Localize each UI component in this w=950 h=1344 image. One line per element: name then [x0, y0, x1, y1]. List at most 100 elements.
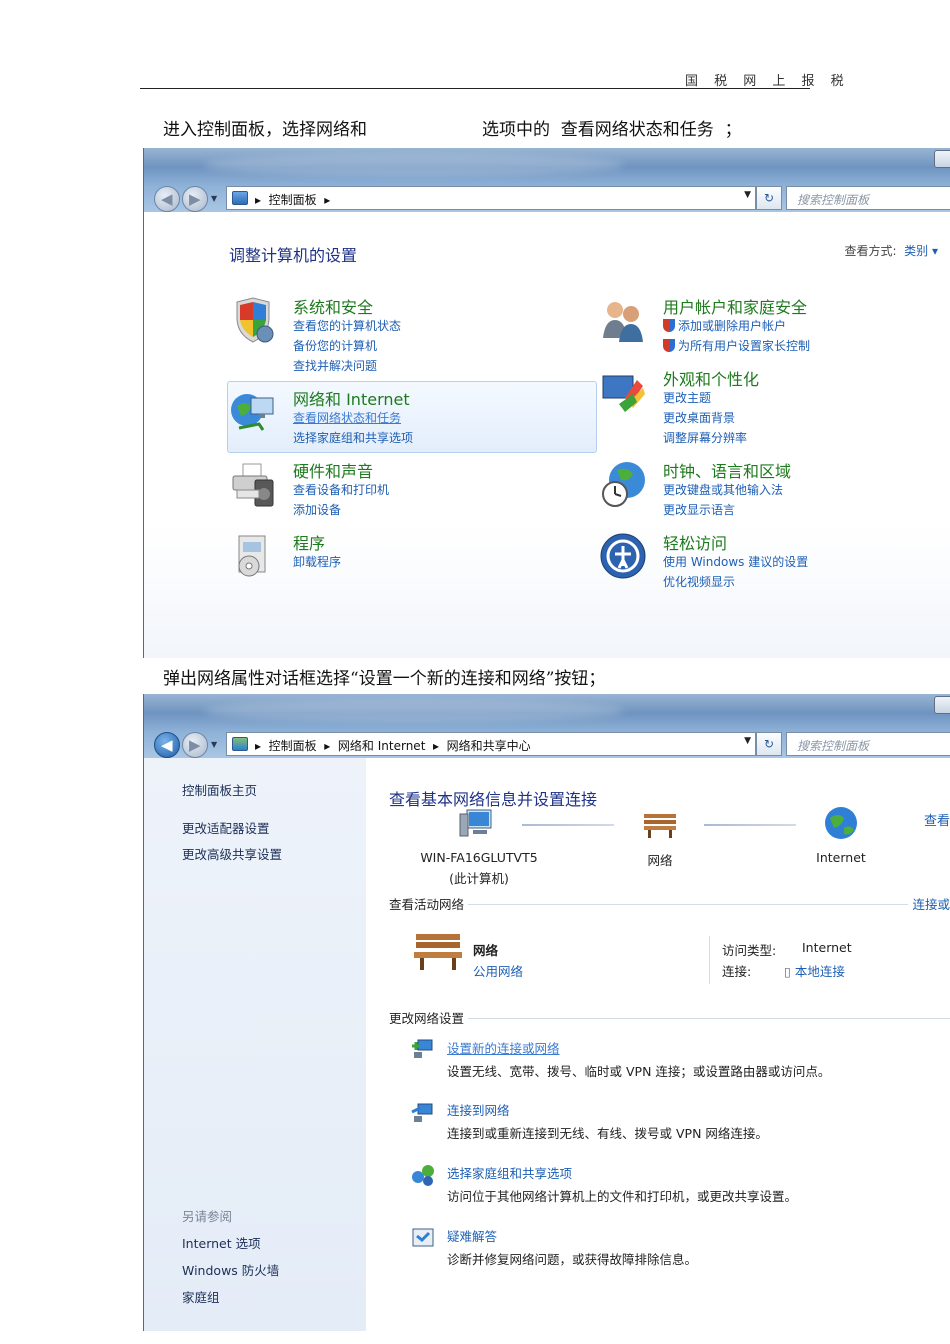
network-type-link[interactable]: 公用网络: [473, 961, 523, 980]
breadcrumb[interactable]: ▸ 控制面板 ▸ 网络和 Internet ▸ 网络和共享中心: [255, 737, 531, 754]
minimize-button[interactable]: [934, 150, 950, 168]
users-icon: [603, 302, 643, 342]
category-link[interactable]: 更改键盘或其他输入法: [663, 481, 783, 498]
instruction-1a: 进入控制面板，选择网络和: [163, 120, 367, 140]
back-button[interactable]: ◀: [154, 186, 180, 212]
address-dropdown-icon[interactable]: ▼: [744, 190, 751, 200]
recent-pages-dropdown[interactable]: ▼: [211, 194, 217, 203]
category-link[interactable]: 更改桌面背景: [663, 409, 735, 426]
category-link[interactable]: 备份您的计算机: [293, 337, 377, 354]
category-link[interactable]: 选择家庭组和共享选项: [293, 429, 413, 446]
network-center-icon: [232, 737, 248, 751]
category-hardware-sound[interactable]: 硬件和声音 查看设备和打印机 添加设备: [229, 458, 529, 520]
see-also-label: 另请参阅: [182, 1209, 233, 1224]
computer-name: WIN-FA16GLUTVT5: [420, 850, 538, 865]
category-title[interactable]: 时钟、语言和区域: [663, 458, 791, 482]
view-by-label: 查看方式:: [844, 244, 897, 258]
troubleshoot-icon: [412, 1228, 434, 1247]
sidebar-item-firewall[interactable]: Windows 防火墙: [182, 1260, 279, 1279]
refresh-button[interactable]: ↻: [756, 186, 782, 210]
category-system-security[interactable]: 系统和安全 查看您的计算机状态 备份您的计算机 查找并解决问题: [229, 294, 529, 374]
programs-icon: [238, 535, 266, 577]
ease-of-access-icon: [600, 533, 646, 579]
category-clock-region[interactable]: 时钟、语言和区域 更改键盘或其他输入法 更改显示语言: [599, 458, 899, 520]
section-rule: [389, 1018, 950, 1019]
view-network-status-link[interactable]: 查看网络状态和任务: [293, 409, 401, 426]
category-link[interactable]: 优化视频显示: [663, 573, 735, 590]
sidebar-item-home[interactable]: 控制面板主页: [182, 780, 257, 799]
uac-shield-icon: [663, 319, 675, 332]
access-type-value: Internet: [802, 940, 852, 955]
category-link[interactable]: 查看您的计算机状态: [293, 317, 401, 334]
instruction-2: 弹出网络属性对话框选择“设置一个新的连接和网络”按钮；: [163, 669, 606, 689]
category-link[interactable]: 查看设备和打印机: [293, 481, 389, 498]
category-link[interactable]: 查找并解决问题: [293, 357, 377, 374]
view-by-dropdown[interactable]: 类别 ▾: [904, 244, 938, 258]
connection-label: 连接:: [722, 964, 752, 979]
category-title[interactable]: 硬件和声音: [293, 458, 373, 482]
search-input[interactable]: 搜索控制面板: [786, 186, 950, 210]
printer-icon: [232, 463, 274, 507]
category-link[interactable]: 添加或删除用户帐户: [663, 317, 786, 334]
forward-button[interactable]: ▶: [182, 732, 208, 758]
category-link[interactable]: 更改显示语言: [663, 501, 735, 518]
category-ease-of-access[interactable]: 轻松访问 使用 Windows 建议的设置 优化视频显示: [599, 530, 899, 592]
local-connection-link[interactable]: ▯ 本地连接: [784, 961, 845, 980]
category-programs[interactable]: 程序 卸载程序: [229, 530, 529, 580]
uac-shield-icon: [663, 339, 675, 352]
divider: [709, 936, 710, 984]
active-networks-header: 查看活动网络: [389, 894, 469, 913]
header-rule: [140, 88, 810, 89]
sidebar-item-adapter[interactable]: 更改适配器设置: [182, 818, 270, 837]
category-link[interactable]: 使用 Windows 建议的设置: [663, 553, 808, 570]
troubleshoot-link[interactable]: 疑难解答: [447, 1226, 497, 1245]
address-bar[interactable]: ▸ 控制面板 ▸ ▼: [226, 186, 756, 210]
connect-network-icon: [411, 1103, 433, 1122]
minimize-button[interactable]: [934, 696, 950, 714]
category-title[interactable]: 用户帐户和家庭安全: [663, 294, 807, 318]
connection-line: [522, 824, 614, 826]
local-connection-label: 本地连接: [794, 964, 845, 979]
computer-icon: [459, 809, 492, 837]
category-title[interactable]: 轻松访问: [663, 530, 727, 554]
category-network-internet[interactable]: 网络和 Internet 查看网络状态和任务 选择家庭组和共享选项: [229, 386, 529, 448]
search-input[interactable]: 搜索控制面板: [786, 732, 950, 756]
view-full-map-link[interactable]: 查看: [924, 810, 950, 829]
forward-button[interactable]: ▶: [182, 186, 208, 212]
category-title[interactable]: 网络和 Internet: [293, 386, 410, 410]
connect-to-network-link[interactable]: 连接到网络: [447, 1100, 510, 1119]
category-link[interactable]: 为所有用户设置家长控制: [663, 337, 810, 354]
category-link[interactable]: 添加设备: [293, 501, 341, 518]
category-link-label: 添加或删除用户帐户: [678, 319, 787, 333]
window-chrome: ◀ ▶ ▼ ▸ 控制面板 ▸ 网络和 Internet ▸ 网络和共享中心 ▼ …: [144, 694, 950, 758]
category-appearance[interactable]: 外观和个性化 更改主题 更改桌面背景 调整屏幕分辨率: [599, 366, 899, 446]
refresh-button[interactable]: ↻: [756, 732, 782, 756]
category-title[interactable]: 外观和个性化: [663, 366, 759, 390]
recent-pages-dropdown[interactable]: ▼: [211, 740, 217, 749]
section-rule: [389, 904, 950, 905]
homegroup-icon: [412, 1165, 434, 1186]
address-dropdown-icon[interactable]: ▼: [744, 736, 751, 746]
category-link[interactable]: 更改主题: [663, 389, 711, 406]
internet-globe-icon: [825, 807, 857, 839]
category-user-accounts[interactable]: 用户帐户和家庭安全 添加或删除用户帐户 为所有用户设置家长控制: [599, 294, 899, 356]
address-bar[interactable]: ▸ 控制面板 ▸ 网络和 Internet ▸ 网络和共享中心 ▼: [226, 732, 756, 756]
sidebar-item-internet-options[interactable]: Internet 选项: [182, 1233, 261, 1252]
category-title[interactable]: 程序: [293, 530, 325, 554]
ethernet-icon: ▯: [784, 964, 795, 979]
bench-icon: [644, 814, 676, 838]
back-button[interactable]: ◀: [154, 732, 180, 758]
sidebar-item-sharing[interactable]: 更改高级共享设置: [182, 844, 282, 863]
page-title: 查看基本网络信息并设置连接: [389, 790, 598, 809]
category-link[interactable]: 调整屏幕分辨率: [663, 429, 747, 446]
homegroup-sharing-link[interactable]: 选择家庭组和共享选项: [447, 1163, 572, 1182]
connect-disconnect-link[interactable]: 连接或: [908, 894, 950, 913]
breadcrumb[interactable]: ▸ 控制面板 ▸: [255, 191, 330, 208]
window-chrome: ◀ ▶ ▼ ▸ 控制面板 ▸ ▼ ↻ 搜索控制面板: [144, 148, 950, 212]
connection-line: [704, 824, 796, 826]
category-link[interactable]: 卸载程序: [293, 553, 341, 570]
control-panel-window: ◀ ▶ ▼ ▸ 控制面板 ▸ ▼ ↻ 搜索控制面板 调整计算机的设置 查看方式:…: [143, 148, 950, 658]
category-title[interactable]: 系统和安全: [293, 294, 373, 318]
setup-new-connection-link[interactable]: 设置新的连接或网络: [447, 1038, 560, 1057]
sidebar-item-homegroup[interactable]: 家庭组: [182, 1287, 220, 1306]
